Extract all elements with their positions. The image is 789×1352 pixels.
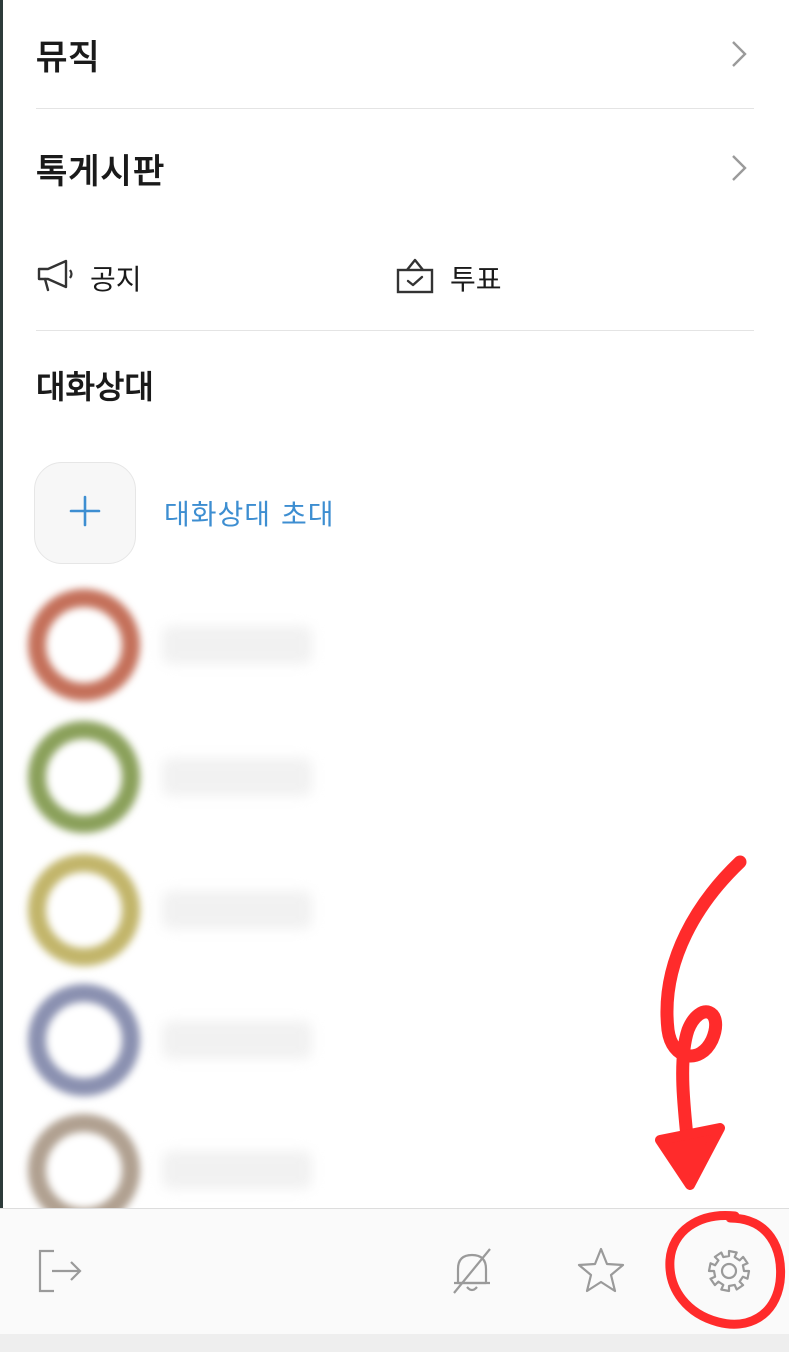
exit-icon[interactable] — [28, 1239, 92, 1303]
vote-label: 투표 — [450, 263, 502, 296]
system-nav-strip — [0, 1334, 789, 1352]
contact-name-redacted — [162, 1151, 312, 1189]
bell-off-icon[interactable] — [440, 1239, 504, 1303]
contact-list-item[interactable] — [28, 854, 388, 966]
gear-icon[interactable] — [697, 1239, 761, 1303]
annotation-arrow — [660, 855, 747, 1172]
menu-item-music-label: 뮤직 — [36, 37, 101, 78]
contact-list-item[interactable] — [28, 984, 388, 1096]
notice-label: 공지 — [90, 263, 142, 296]
contact-list-item[interactable] — [28, 589, 388, 701]
menu-item-board-label: 톡게시판 — [36, 151, 166, 192]
chevron-right-icon — [724, 153, 754, 183]
contact-name-redacted — [162, 758, 312, 796]
bottom-toolbar — [0, 1208, 789, 1334]
annotation-arrowhead — [655, 1123, 725, 1190]
menu-item-music[interactable]: 뮤직 — [36, 0, 754, 108]
avatar — [28, 854, 140, 966]
menu-item-board[interactable]: 톡게시판 — [36, 114, 754, 222]
contact-name-redacted — [162, 626, 312, 664]
notice-button[interactable]: 공지 — [36, 240, 142, 316]
vote-button[interactable]: 투표 — [394, 240, 502, 316]
divider — [36, 108, 754, 109]
ballot-box-icon — [394, 254, 436, 303]
invite-button[interactable] — [34, 462, 136, 564]
contact-name-redacted — [162, 1021, 312, 1059]
avatar — [28, 984, 140, 1096]
avatar — [28, 721, 140, 833]
contact-name-redacted — [162, 891, 312, 929]
invite-participant-row[interactable]: 대화상대 초대 — [34, 462, 334, 564]
participants-title: 대화상대 — [36, 368, 154, 406]
star-icon[interactable] — [569, 1239, 633, 1303]
avatar — [28, 589, 140, 701]
quick-actions: 공지 투표 — [36, 240, 754, 316]
chevron-right-icon — [724, 39, 754, 69]
divider — [36, 330, 754, 331]
invite-label: 대화상대 초대 — [164, 498, 335, 531]
megaphone-icon — [36, 257, 76, 300]
plus-icon — [67, 493, 103, 533]
window-edge — [0, 0, 3, 1208]
contact-list-item[interactable] — [28, 721, 388, 833]
